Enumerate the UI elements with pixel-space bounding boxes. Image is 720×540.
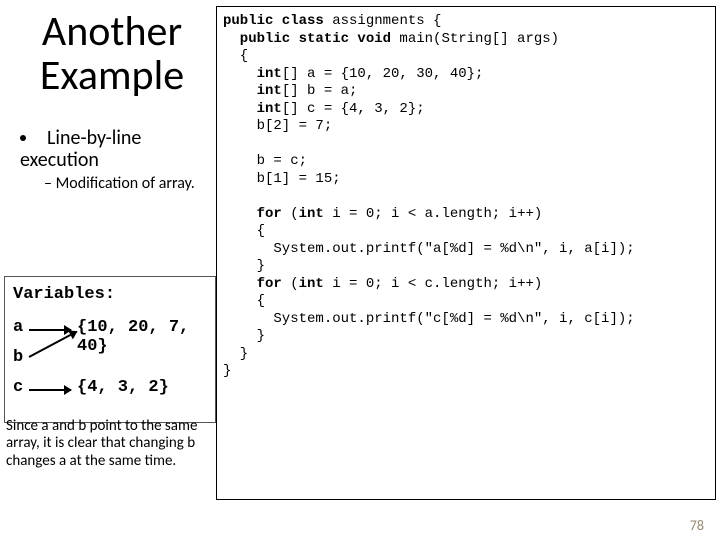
var-name-b: b [13,348,23,367]
code-line: for (int i = 0; i < c.length; i++) [223,276,542,292]
code-line: System.out.printf("a[%d] = %d\n", i, a[i… [223,241,635,257]
var-value-c: {4, 3, 2} [77,378,169,397]
code-line: b = c; [223,153,307,169]
slide-title: Another Example [14,10,210,98]
subbullet-text: Modification of array. [44,175,210,193]
page-number: 78 [690,517,704,534]
code-box: public class assignments { public static… [216,6,716,500]
slide: Another Example Line-by-line execution M… [0,0,720,540]
bullet-main-text: Line-by-line execution [20,126,141,172]
bullet-main: Line-by-line execution Modification of a… [20,128,210,193]
code-line: } [223,258,265,274]
var-name-c: c [13,378,23,397]
code-line: public static void main(String[] args) [223,31,559,47]
code-line: } [223,363,231,379]
code-line: b[2] = 7; [223,118,332,134]
code-line: public class assignments { [223,13,441,29]
code-line: for (int i = 0; i < a.length; i++) [223,206,542,222]
variables-heading: Variables: [13,285,207,304]
code-line: int[] a = {10, 20, 30, 40}; [223,66,483,82]
code-line: } [223,346,248,362]
var-row-a: a {10, 20, 7, 40} [13,318,207,342]
code-line: int[] c = {4, 3, 2}; [223,101,425,117]
code-line: } [223,328,265,344]
code-line: int[] b = a; [223,83,357,99]
var-row-c: c {4, 3, 2} [13,378,207,402]
variables-box: Variables: a {10, 20, 7, 40} b c {4, 3, … [4,276,216,423]
bullet-list: Line-by-line execution Modification of a… [20,128,210,199]
slide-note: Since a and b point to the same array, i… [6,418,206,470]
code-line: { [223,293,265,309]
code-line: b[1] = 15; [223,171,341,187]
arrow-icon [29,329,71,331]
arrow-icon [29,389,71,391]
subbullet-list: Modification of array. [44,175,210,193]
code-line: { [223,223,265,239]
var-row-b: b [13,348,207,372]
code-line: { [223,48,248,64]
code-line: System.out.printf("c[%d] = %d\n", i, c[i… [223,311,635,327]
var-name-a: a [13,318,23,337]
